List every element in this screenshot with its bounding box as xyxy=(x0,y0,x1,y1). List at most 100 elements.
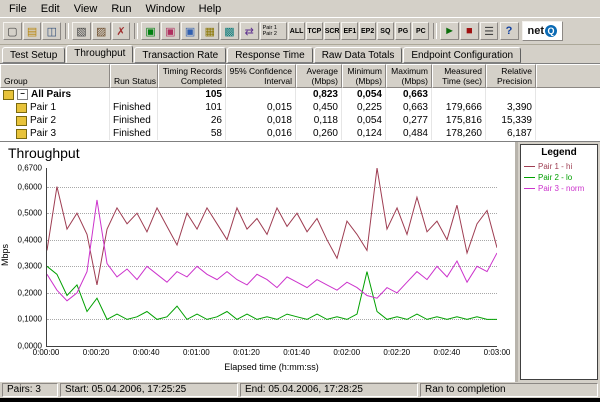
replicate-pair-icon[interactable]: ▩ xyxy=(220,22,239,40)
filter-scr-button[interactable]: SCR xyxy=(324,22,341,40)
chart-line-pair-1 xyxy=(47,168,497,285)
table-row-all-pairs[interactable]: − All Pairs 105 0,823 0,054 0,663 xyxy=(0,88,600,101)
x-tick-label: 0:01:20 xyxy=(233,348,260,357)
copy-icon[interactable]: ▧ xyxy=(72,22,91,40)
header-text: 95% Confidence xyxy=(230,66,292,76)
filter-ep2-button[interactable]: EP2 xyxy=(359,22,376,40)
netiq-logo: net Q xyxy=(522,21,564,41)
header-relative-precision[interactable]: RelativePrecision xyxy=(486,64,536,88)
delete-icon[interactable]: ✗ xyxy=(112,22,131,40)
y-tick-label: 0,2000 xyxy=(18,288,42,297)
x-tick-label: 0:02:00 xyxy=(333,348,360,357)
run-status-cell xyxy=(110,88,158,101)
help-icon[interactable]: ? xyxy=(500,22,519,40)
precision-cell: 3,390 xyxy=(486,101,536,114)
header-text: Average xyxy=(306,66,338,76)
timing-records-cell: 105 xyxy=(158,88,226,101)
x-tick-label: 0:00:40 xyxy=(133,348,160,357)
new-test-icon[interactable]: ▢ xyxy=(3,22,22,40)
netiq-logo-text: net xyxy=(528,25,545,37)
legend-title: Legend xyxy=(521,145,597,161)
filter-ef1-button[interactable]: EF1 xyxy=(341,22,358,40)
x-tick-label: 0:00:00 xyxy=(33,348,60,357)
average-cell: 0,823 xyxy=(296,88,342,101)
precision-cell: 6,187 xyxy=(486,127,536,140)
table-row-pair-1[interactable]: Pair 1 Finished 101 0,015 0,450 0,225 0,… xyxy=(0,101,600,114)
header-group[interactable]: Group xyxy=(0,64,110,88)
table-row-pair-3[interactable]: Pair 3 Finished 58 0,016 0,260 0,124 0,4… xyxy=(0,127,600,140)
group-label: All Pairs xyxy=(31,88,71,101)
open-test-icon[interactable]: ▤ xyxy=(23,22,42,40)
window-bottom-edge xyxy=(0,398,600,402)
status-end-time: End: 05.04.2006, 17:28:25 xyxy=(240,383,418,397)
filter-tcp-button[interactable]: TCP xyxy=(306,22,323,40)
header-average[interactable]: Average(Mbps) xyxy=(296,64,342,88)
status-bar: Pairs: 3 Start: 05.04.2006, 17:25:25 End… xyxy=(0,382,600,398)
toolbar-separator xyxy=(433,23,437,39)
filler-cell xyxy=(536,127,600,140)
legend-line-icon xyxy=(524,166,535,167)
filler-cell xyxy=(536,101,600,114)
menu-edit[interactable]: Edit xyxy=(34,2,67,16)
run-test-icon[interactable]: ► xyxy=(440,22,459,40)
filter-all-button[interactable]: ALL xyxy=(288,22,305,40)
minimum-cell: 0,054 xyxy=(342,88,386,101)
view-options-icon[interactable]: ☰ xyxy=(480,22,499,40)
table-row-pair-2[interactable]: Pair 2 Finished 26 0,018 0,118 0,054 0,2… xyxy=(0,114,600,127)
group-cell: − All Pairs xyxy=(0,88,110,101)
confidence-cell: 0,018 xyxy=(226,114,296,127)
header-maximum[interactable]: Maximum(Mbps) xyxy=(386,64,432,88)
header-text: Precision xyxy=(497,76,532,86)
pair-selector-button[interactable]: Pair 1 Pair 2 xyxy=(260,22,288,40)
header-measured-time[interactable]: MeasuredTime (sec) xyxy=(432,64,486,88)
x-tick-label: 0:03:00 xyxy=(484,348,511,357)
toolbar-separator xyxy=(134,23,138,39)
header-run-status[interactable]: Run Status xyxy=(110,64,158,88)
stop-test-icon[interactable]: ■ xyxy=(460,22,479,40)
menu-file[interactable]: File xyxy=(2,2,34,16)
legend-label: Pair 1 - hi xyxy=(538,162,572,171)
add-group-icon[interactable]: ▣ xyxy=(161,22,180,40)
tab-test-setup[interactable]: Test Setup xyxy=(2,47,65,63)
swap-endpoints-icon[interactable]: ⇄ xyxy=(240,22,259,40)
app-window: File Edit View Run Window Help ▢ ▤ ◫ ▧ ▨… xyxy=(0,0,600,402)
precision-cell: 15,339 xyxy=(486,114,536,127)
results-table: Group Run Status Timing RecordsCompleted… xyxy=(0,63,600,141)
menu-window[interactable]: Window xyxy=(139,2,192,16)
header-timing-records[interactable]: Timing RecordsCompleted xyxy=(158,64,226,88)
header-text: Relative xyxy=(501,66,532,76)
menu-run[interactable]: Run xyxy=(104,2,138,16)
run-status-cell: Finished xyxy=(110,114,158,127)
status-run-result: Ran to completion xyxy=(420,383,598,397)
filter-sq-button[interactable]: SQ xyxy=(377,22,394,40)
save-test-icon[interactable]: ◫ xyxy=(42,22,61,40)
collapse-icon[interactable]: − xyxy=(17,89,28,100)
menu-view[interactable]: View xyxy=(67,2,105,16)
header-text: (Mbps) xyxy=(356,76,382,86)
filter-pc-button[interactable]: PC xyxy=(412,22,429,40)
tab-endpoint-configuration[interactable]: Endpoint Configuration xyxy=(403,47,521,63)
plot-area xyxy=(46,168,497,347)
status-start-time: Start: 05.04.2006, 17:25:25 xyxy=(60,383,238,397)
tab-throughput[interactable]: Throughput xyxy=(66,45,133,63)
add-vpn-pair-icon[interactable]: ▣ xyxy=(181,22,200,40)
pair-selector-line2: Pair 2 xyxy=(263,31,285,37)
header-confidence-interval[interactable]: 95% ConfidenceInterval xyxy=(226,64,296,88)
measured-time-cell xyxy=(432,88,486,101)
header-text: Time (sec) xyxy=(442,76,482,86)
paste-icon[interactable]: ▨ xyxy=(92,22,111,40)
header-minimum[interactable]: Minimum(Mbps) xyxy=(342,64,386,88)
menu-help[interactable]: Help xyxy=(192,2,229,16)
add-pair-icon[interactable]: ▣ xyxy=(141,22,160,40)
edit-pair-icon[interactable]: ▦ xyxy=(200,22,219,40)
throughput-plot-svg xyxy=(47,168,497,346)
tab-response-time[interactable]: Response Time xyxy=(227,47,312,63)
minimum-cell: 0,225 xyxy=(342,101,386,114)
tab-raw-data-totals[interactable]: Raw Data Totals xyxy=(314,47,403,63)
run-status-cell: Finished xyxy=(110,127,158,140)
tab-transaction-rate[interactable]: Transaction Rate xyxy=(134,47,226,63)
filter-pg-button[interactable]: PG xyxy=(395,22,412,40)
legend-line-icon xyxy=(524,188,535,189)
run-status-cell: Finished xyxy=(110,101,158,114)
x-tick-label: 0:01:00 xyxy=(183,348,210,357)
